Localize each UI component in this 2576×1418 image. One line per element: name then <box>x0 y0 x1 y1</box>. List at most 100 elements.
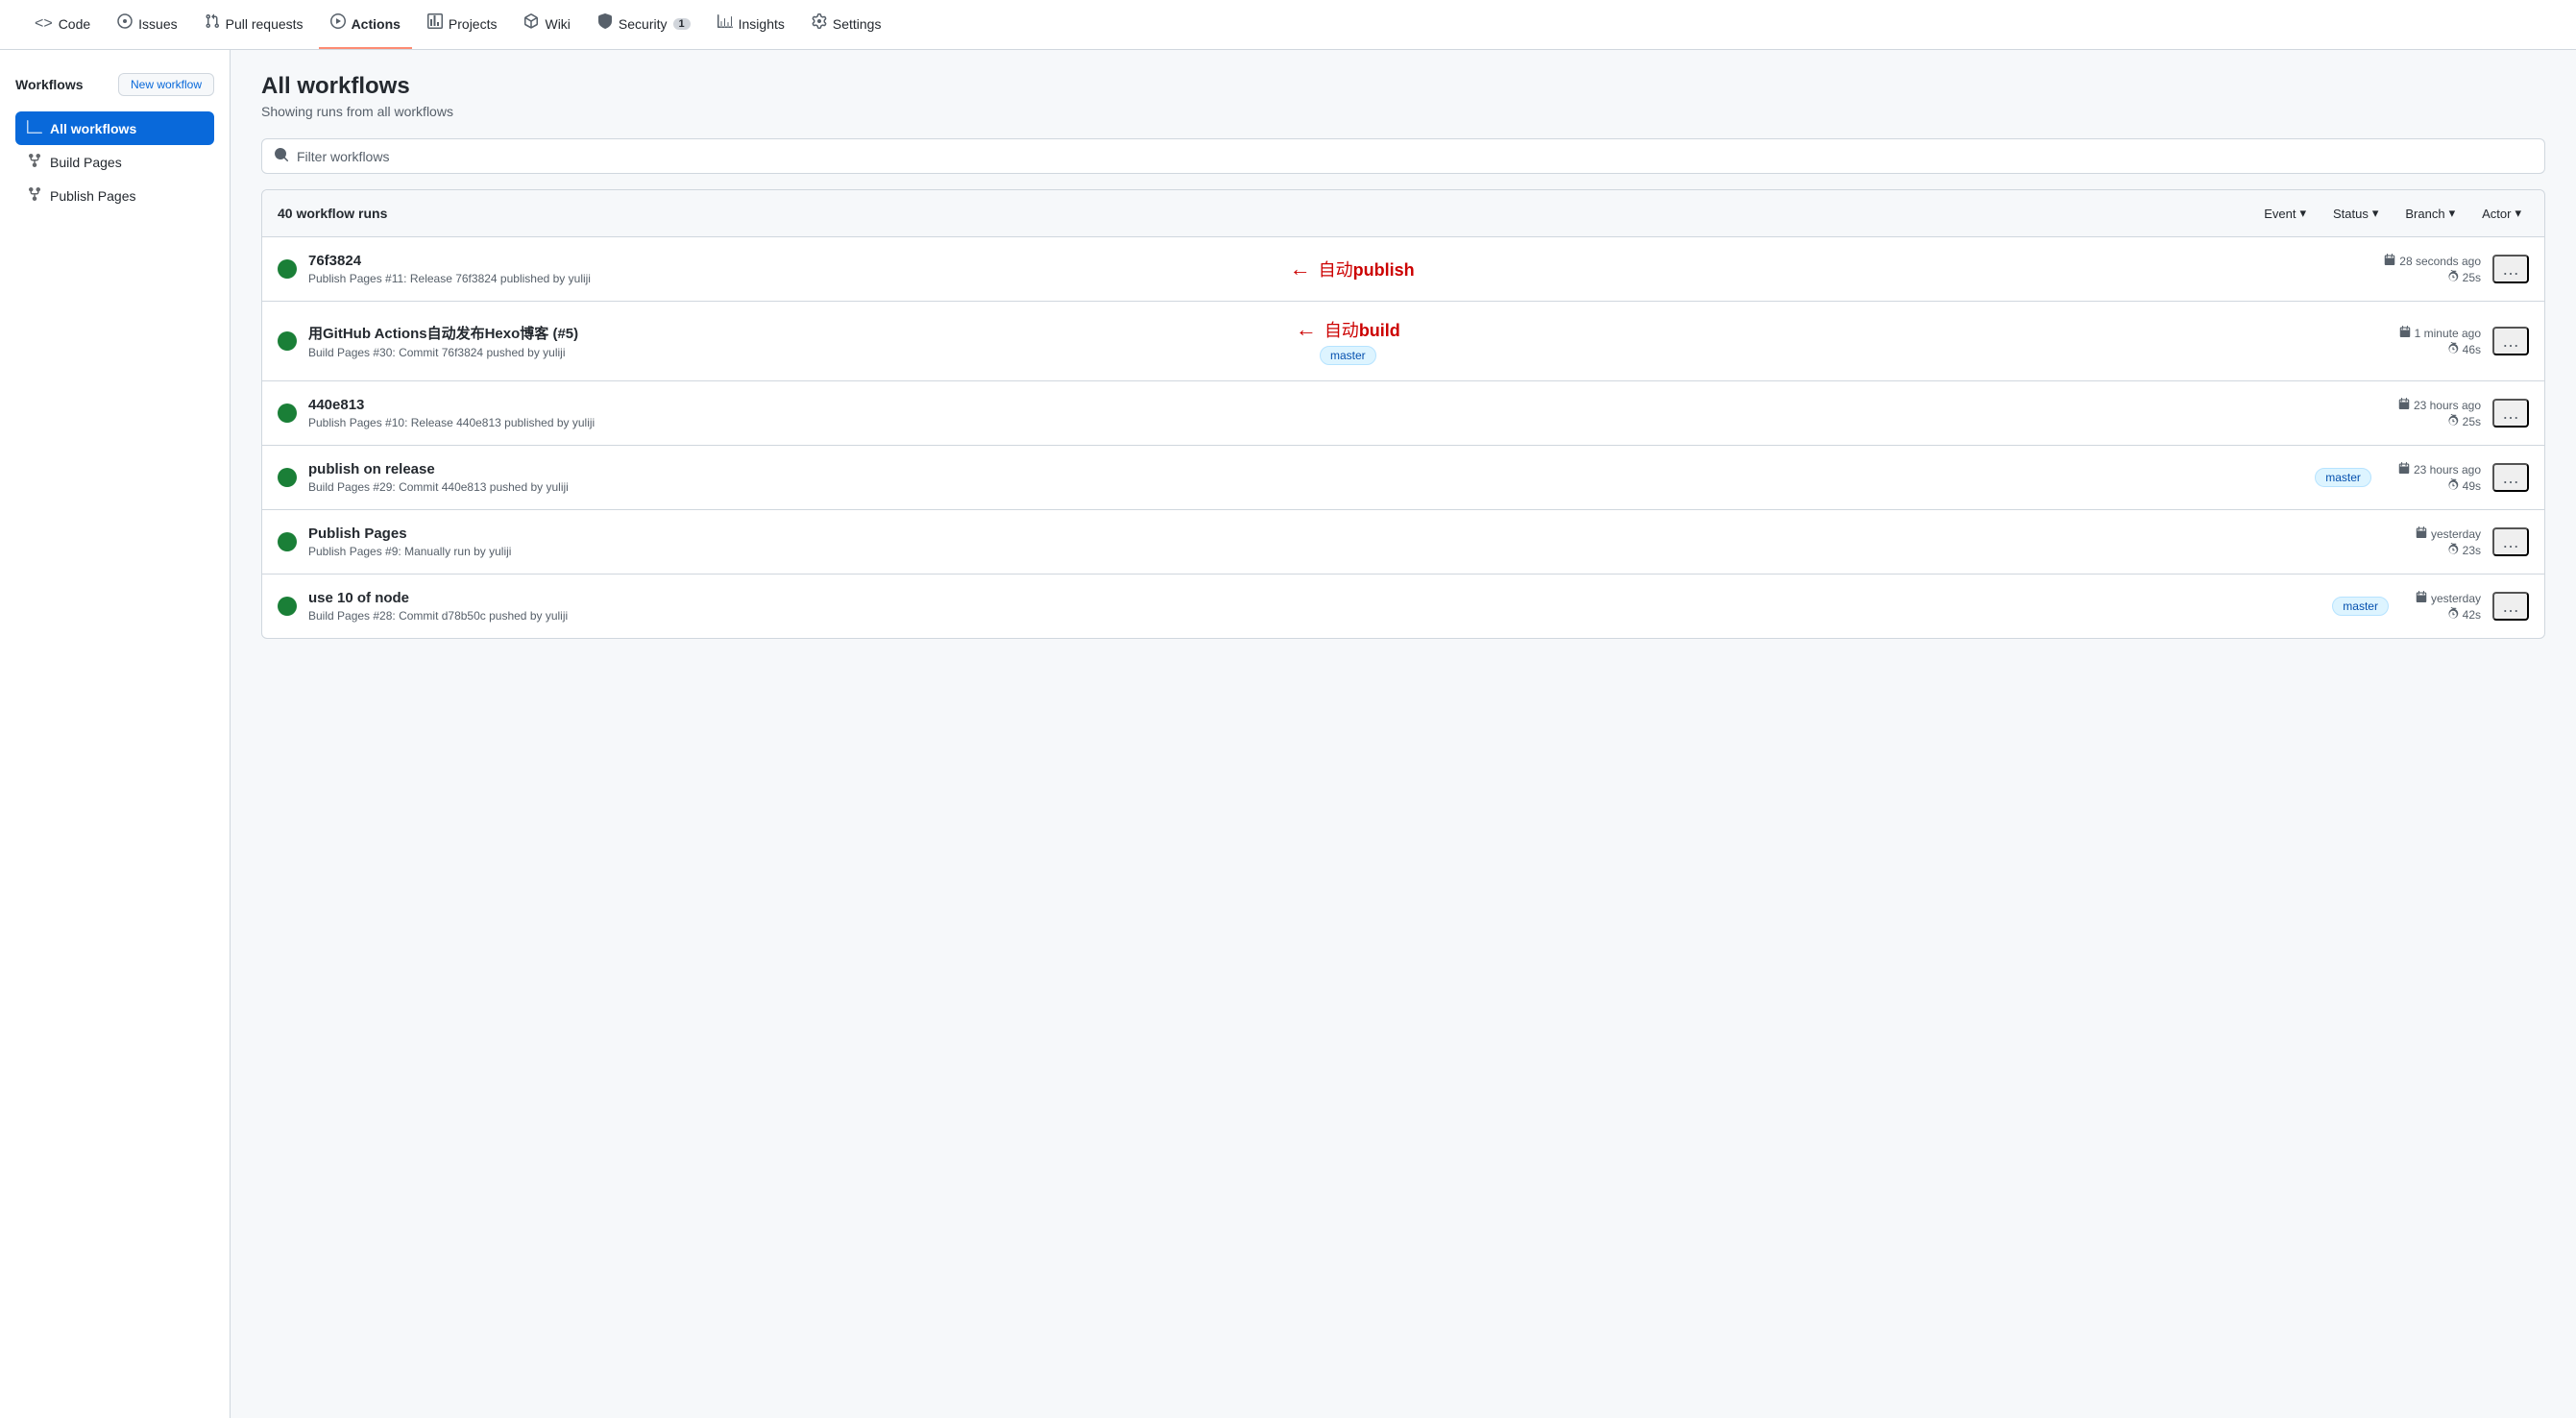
success-icon <box>278 532 297 551</box>
more-options-button[interactable]: … <box>2492 327 2529 355</box>
workflow-list-container: 40 workflow runs Event ▾ Status ▾ Branch… <box>261 189 2545 639</box>
run-time: 1 minute ago 46s <box>2399 326 2481 356</box>
success-icon <box>278 468 297 487</box>
run-name[interactable]: 76f3824 <box>308 253 1255 269</box>
settings-icon <box>812 13 827 34</box>
run-name[interactable]: 440e813 <box>308 397 1342 413</box>
status-filter[interactable]: Status ▾ <box>2325 202 2386 225</box>
more-options-button[interactable]: … <box>2492 592 2529 621</box>
more-options-button[interactable]: … <box>2492 463 2529 492</box>
nav-pull-requests[interactable]: Pull requests <box>193 0 315 49</box>
branch-filter[interactable]: Branch ▾ <box>2397 202 2463 225</box>
page-subtitle: Showing runs from all workflows <box>261 104 2545 119</box>
sidebar: Workflows New workflow All workflows Bui… <box>0 50 231 1418</box>
filter-controls: Event ▾ Status ▾ Branch ▾ Actor ▾ <box>2256 202 2529 225</box>
table-row: Publish Pages Publish Pages #9: Manually… <box>262 510 2544 575</box>
stopwatch-icon <box>2447 543 2459 557</box>
chevron-down-icon: ▾ <box>2449 206 2456 221</box>
annotation-1: ← 自动publish <box>1290 257 1415 281</box>
chevron-down-icon: ▾ <box>2299 206 2306 221</box>
search-input[interactable] <box>297 149 2533 164</box>
branch-badge: master <box>2315 468 2371 487</box>
run-name[interactable]: use 10 of node <box>308 590 1309 606</box>
sidebar-title: Workflows <box>15 77 84 92</box>
code-icon: <> <box>35 15 53 33</box>
run-meta: Publish Pages #11: Release 76f3824 publi… <box>308 272 1255 285</box>
table-row: publish on release Build Pages #29: Comm… <box>262 446 2544 510</box>
projects-icon <box>427 13 443 34</box>
annotation-text: 自动publish <box>1319 257 1415 281</box>
nav-insights[interactable]: Insights <box>706 0 796 49</box>
new-workflow-button[interactable]: New workflow <box>118 73 214 96</box>
table-row: 440e813 Publish Pages #10: Release 440e8… <box>262 381 2544 446</box>
success-icon <box>278 331 297 351</box>
table-row: use 10 of node Build Pages #28: Commit d… <box>262 575 2544 638</box>
pr-icon <box>205 13 220 34</box>
main-content: All workflows Showing runs from all work… <box>231 50 2576 1418</box>
branch-badge: master <box>2332 597 2389 616</box>
sidebar-header: Workflows New workflow <box>15 73 214 96</box>
run-name[interactable]: 用GitHub Actions自动发布Hexo博客 (#5) <box>308 323 1261 343</box>
workflow-info: 440e813 Publish Pages #10: Release 440e8… <box>308 397 1342 429</box>
run-meta: Publish Pages #9: Manually run by yuliji <box>308 545 1350 558</box>
calendar-icon <box>2416 526 2427 541</box>
nav-code[interactable]: <> Code <box>23 2 102 48</box>
search-icon <box>274 147 289 165</box>
workflow-info: use 10 of node Build Pages #28: Commit d… <box>308 590 1309 623</box>
more-options-button[interactable]: … <box>2492 527 2529 556</box>
annotation-arrow: ← <box>1290 257 1311 281</box>
build-pages-icon <box>27 153 42 171</box>
sidebar-item-build-pages[interactable]: Build Pages <box>15 145 214 179</box>
actions-icon <box>330 13 346 34</box>
workflow-info: 76f3824 Publish Pages #11: Release 76f38… <box>308 253 1255 285</box>
annotation-2: ← 自动build master <box>1296 317 1400 365</box>
more-options-button[interactable]: … <box>2492 399 2529 428</box>
calendar-icon <box>2384 254 2395 268</box>
run-time: 23 hours ago 49s <box>2398 462 2481 493</box>
nav-security[interactable]: Security 1 <box>586 0 702 49</box>
annotation-text: 自动build <box>1324 317 1400 342</box>
page-title: All workflows <box>261 73 2545 100</box>
run-time: 28 seconds ago 25s <box>2384 254 2481 284</box>
main-layout: Workflows New workflow All workflows Bui… <box>0 50 2576 1418</box>
run-name[interactable]: Publish Pages <box>308 526 1350 542</box>
run-meta: Build Pages #28: Commit d78b50c pushed b… <box>308 609 1309 623</box>
success-icon <box>278 597 297 616</box>
sidebar-item-publish-pages[interactable]: Publish Pages <box>15 179 214 212</box>
nav-actions[interactable]: Actions <box>319 0 412 49</box>
all-workflows-icon <box>27 119 42 137</box>
stopwatch-icon <box>2447 342 2459 356</box>
nav-wiki[interactable]: Wiki <box>512 0 581 49</box>
sidebar-item-all-workflows[interactable]: All workflows <box>15 111 214 145</box>
run-time: yesterday 23s <box>2416 526 2481 557</box>
run-time: 23 hours ago 25s <box>2398 398 2481 428</box>
insights-icon <box>717 13 733 34</box>
chevron-down-icon: ▾ <box>2515 206 2521 221</box>
run-meta: Publish Pages #10: Release 440e813 publi… <box>308 416 1342 429</box>
success-icon <box>278 403 297 423</box>
branch-badge: master <box>1320 346 1376 365</box>
workflow-info: publish on release Build Pages #29: Comm… <box>308 461 1300 494</box>
event-filter[interactable]: Event ▾ <box>2256 202 2314 225</box>
calendar-icon <box>2399 326 2411 340</box>
stopwatch-icon <box>2447 607 2459 622</box>
run-time: yesterday 42s <box>2416 591 2481 622</box>
table-row: 76f3824 Publish Pages #11: Release 76f38… <box>262 237 2544 302</box>
run-meta: Build Pages #29: Commit 440e813 pushed b… <box>308 480 1300 494</box>
issues-icon <box>117 13 133 34</box>
more-options-button[interactable]: … <box>2492 255 2529 283</box>
workflow-list-header: 40 workflow runs Event ▾ Status ▾ Branch… <box>262 190 2544 237</box>
workflow-info: Publish Pages Publish Pages #9: Manually… <box>308 526 1350 558</box>
run-name[interactable]: publish on release <box>308 461 1300 477</box>
filter-bar <box>261 138 2545 174</box>
top-nav: <> Code Issues Pull requests Actions Pro… <box>0 0 2576 50</box>
calendar-icon <box>2416 591 2427 605</box>
stopwatch-icon <box>2447 414 2459 428</box>
stopwatch-icon <box>2447 478 2459 493</box>
nav-settings[interactable]: Settings <box>800 0 893 49</box>
nav-issues[interactable]: Issues <box>106 0 188 49</box>
actor-filter[interactable]: Actor ▾ <box>2474 202 2529 225</box>
workflow-info: 用GitHub Actions自动发布Hexo博客 (#5) Build Pag… <box>308 323 1261 359</box>
nav-projects[interactable]: Projects <box>416 0 509 49</box>
calendar-icon <box>2398 398 2410 412</box>
